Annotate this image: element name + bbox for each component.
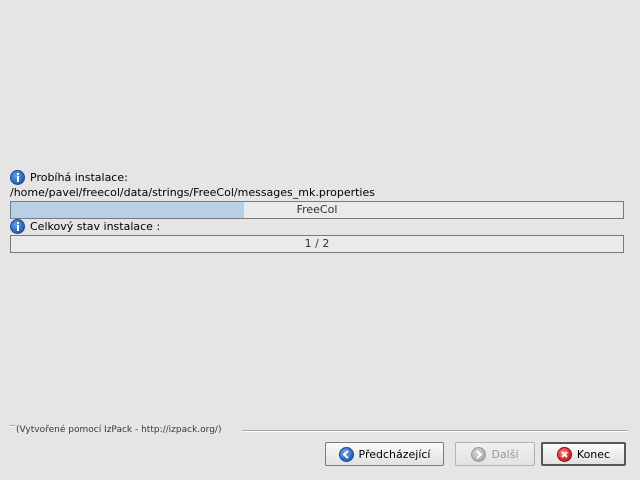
pack-progress-text: FreeCol — [296, 203, 338, 216]
current-file-path: /home/pavel/freecol/data/strings/FreeCol… — [10, 186, 375, 199]
previous-button-label: Předcházející — [358, 447, 431, 461]
quit-button[interactable]: Konec — [541, 442, 626, 466]
overall-status-label: Celkový stav instalace : — [30, 220, 161, 233]
arrow-right-icon — [471, 446, 487, 462]
previous-button[interactable]: Předcházející — [325, 442, 444, 466]
installer-window: Probíhá instalace: /home/pavel/freecol/d… — [0, 0, 640, 480]
overall-progress-bar: 1 / 2 — [10, 235, 624, 253]
next-button[interactable]: Další — [455, 442, 535, 466]
install-status-label: Probíhá instalace: — [30, 171, 128, 184]
footer-separator-left — [10, 425, 15, 427]
info-icon — [10, 219, 25, 234]
close-icon — [556, 446, 572, 462]
next-button-label: Další — [491, 447, 519, 461]
footer-separator — [242, 430, 628, 432]
info-icon — [10, 170, 25, 185]
overall-progress-text: 1 / 2 — [304, 237, 330, 250]
quit-button-label: Konec — [576, 447, 611, 461]
pack-progress-bar: FreeCol — [10, 201, 624, 219]
arrow-left-icon — [338, 446, 354, 462]
izpack-credit: (Vytvořené pomocí IzPack - http://izpack… — [16, 425, 222, 435]
